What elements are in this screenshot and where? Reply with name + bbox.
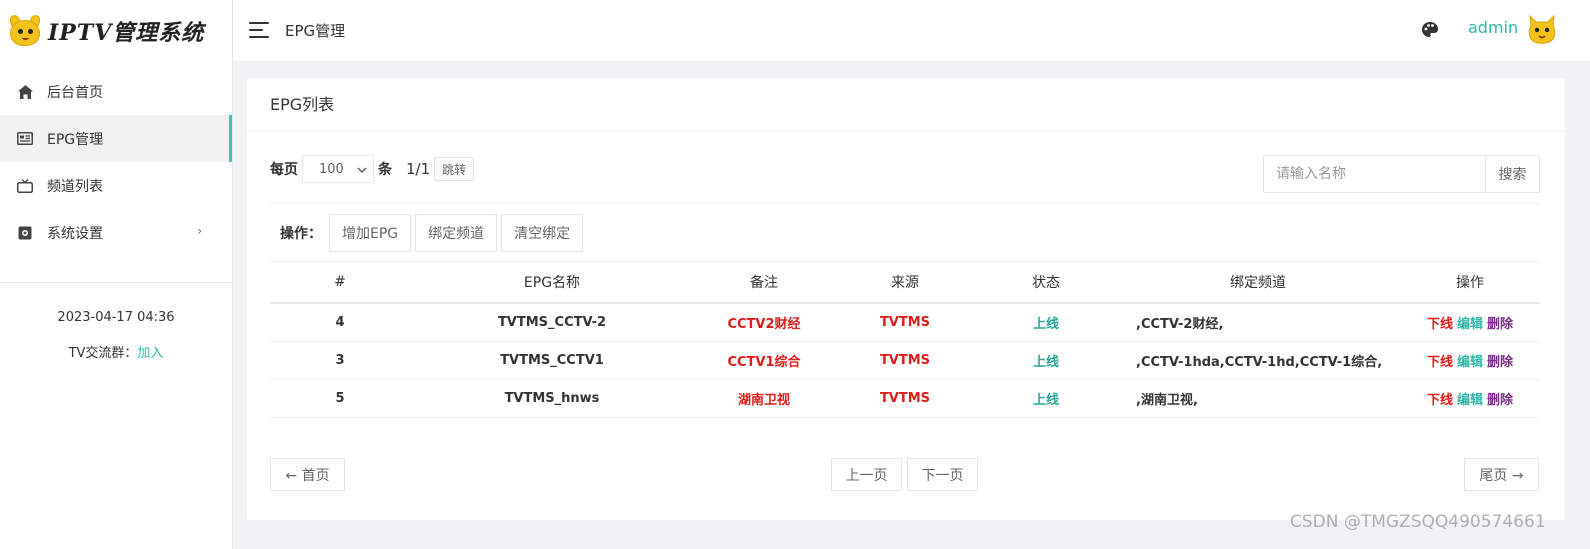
- cell-remark: 湖南卫视: [694, 379, 834, 418]
- next-page-button[interactable]: 下一页: [907, 458, 978, 491]
- table-row: 5 TVTMS_hnws 湖南卫视 TVTMS 上线 ,湖南卫视, 下线 编辑 删除: [270, 379, 1540, 418]
- cell-status: 上线: [976, 379, 1116, 418]
- group-label: TV交流群：: [68, 346, 138, 361]
- page-title: EPG管理: [285, 22, 346, 40]
- epg-table: # EPG名称 备注 来源 状态 绑定频道 操作 4 TVTMS_CCTV-2 …: [270, 262, 1540, 418]
- datetime-text: 2023-04-17 04:36: [57, 310, 175, 325]
- watermark: CSDN @TMGZSQQ490574661: [1290, 512, 1546, 532]
- delete-action[interactable]: 删除: [1487, 355, 1513, 370]
- sidebar-item-settings[interactable]: 系统设置 ›: [0, 209, 232, 256]
- column-header: 备注: [694, 262, 834, 304]
- home-icon: [16, 83, 34, 101]
- sidebar-item-label: 系统设置: [47, 225, 103, 242]
- avatar[interactable]: [1525, 12, 1559, 46]
- cell-actions: 下线 编辑 删除: [1400, 341, 1540, 380]
- cell-bound-channels: ,CCTV-1hda,CCTV-1hd,CCTV-1综合,: [1116, 341, 1400, 380]
- cell-id: 4: [270, 303, 410, 342]
- cell-source: TVTMS: [834, 379, 976, 418]
- table-row: 4 TVTMS_CCTV-2 CCTV2财经 TVTMS 上线 ,CCTV-2财…: [270, 303, 1540, 342]
- offline-action[interactable]: 下线: [1427, 355, 1453, 370]
- sidebar-item-label: EPG管理: [47, 131, 104, 148]
- table-row: 3 TVTMS_CCTV1 CCTV1综合 TVTMS 上线 ,CCTV-1hd…: [270, 341, 1540, 380]
- sidebar-item-label: 后台首页: [47, 84, 103, 101]
- cell-actions: 下线 编辑 删除: [1400, 303, 1540, 342]
- bind-channel-button[interactable]: 绑定频道: [415, 214, 498, 252]
- cell-remark: CCTV1综合: [694, 341, 834, 380]
- offline-action[interactable]: 下线: [1427, 317, 1453, 332]
- operations-bar: 操作： 增加EPG 绑定频道 清空绑定: [280, 214, 587, 252]
- cell-source: TVTMS: [834, 303, 976, 342]
- top-header: EPG管理 admin: [233, 0, 1590, 62]
- divider: [0, 282, 232, 283]
- cell-actions: 下线 编辑 删除: [1400, 379, 1540, 418]
- delete-action[interactable]: 删除: [1487, 317, 1513, 332]
- card-title: EPG列表: [247, 78, 1565, 132]
- per-page-unit: 条: [378, 162, 392, 178]
- sidebar-item-home[interactable]: 后台首页: [0, 68, 232, 115]
- join-group-link[interactable]: 加入: [137, 346, 163, 361]
- settings-icon: [16, 224, 34, 242]
- first-page-button[interactable]: ← 首页: [270, 458, 345, 491]
- jump-button[interactable]: 跳转: [434, 157, 475, 181]
- username[interactable]: admin: [1468, 18, 1518, 37]
- cell-bound-channels: ,湖南卫视,: [1116, 379, 1400, 418]
- per-page-label: 每页: [270, 162, 298, 178]
- search-box: 搜索: [1263, 155, 1540, 193]
- theme-palette-icon[interactable]: [1420, 20, 1440, 40]
- operations-label: 操作：: [280, 226, 322, 242]
- cell-source: TVTMS: [834, 341, 976, 380]
- cell-id: 3: [270, 341, 410, 380]
- epg-icon: [16, 130, 34, 148]
- cell-status: 上线: [976, 303, 1116, 342]
- prev-page-button[interactable]: 上一页: [831, 458, 902, 491]
- sidebar-item-epg[interactable]: EPG管理: [0, 115, 232, 162]
- column-header: 操作: [1400, 262, 1540, 304]
- chevron-right-icon: ›: [197, 224, 202, 238]
- per-page-select[interactable]: 100: [302, 155, 374, 183]
- brand[interactable]: IPTV管理系统: [0, 0, 232, 62]
- search-button[interactable]: 搜索: [1485, 156, 1539, 192]
- edit-action[interactable]: 编辑: [1457, 317, 1483, 332]
- sidebar-item-channels[interactable]: 频道列表: [0, 162, 232, 209]
- sidebar-item-label: 频道列表: [47, 178, 103, 195]
- cell-name: TVTMS_CCTV-2: [410, 303, 694, 342]
- epg-list-card: EPG列表 每页 100 条 1/1 跳转 搜索 操作： 增加EPG 绑定频道 …: [247, 78, 1565, 520]
- cell-remark: CCTV2财经: [694, 303, 834, 342]
- sidebar-menu: 后台首页 EPG管理 频道列表 系统设置 ›: [0, 68, 232, 256]
- cell-name: TVTMS_hnws: [410, 379, 694, 418]
- page-indicator: 1/1: [406, 160, 431, 178]
- cell-id: 5: [270, 379, 410, 418]
- cell-name: TVTMS_CCTV1: [410, 341, 694, 380]
- column-header: 状态: [976, 262, 1116, 304]
- column-header: EPG名称: [410, 262, 694, 304]
- clear-binding-button[interactable]: 清空绑定: [501, 214, 584, 252]
- add-epg-button[interactable]: 增加EPG: [329, 214, 412, 252]
- tv-icon: [16, 177, 34, 195]
- column-header: 绑定频道: [1116, 262, 1400, 304]
- search-input[interactable]: [1264, 156, 1485, 192]
- cell-status: 上线: [976, 341, 1116, 380]
- logo-mascot-icon: [8, 13, 42, 48]
- group-info: TV交流群：加入: [0, 342, 232, 361]
- pagination-toolbar: 每页 100 条 1/1 跳转: [270, 155, 475, 183]
- sidebar: IPTV管理系统 后台首页 EPG管理 频道列表 系统设置 › 2023-04-…: [0, 0, 233, 549]
- column-header: #: [270, 262, 410, 304]
- table-header-row: # EPG名称 备注 来源 状态 绑定频道 操作: [270, 262, 1540, 304]
- per-page-value: 100: [319, 161, 344, 177]
- edit-action[interactable]: 编辑: [1457, 355, 1483, 370]
- menu-toggle-icon[interactable]: [249, 20, 269, 38]
- edit-action[interactable]: 编辑: [1457, 393, 1483, 408]
- cell-bound-channels: ,CCTV-2财经,: [1116, 303, 1400, 342]
- column-header: 来源: [834, 262, 976, 304]
- last-page-button[interactable]: 尾页 →: [1464, 458, 1539, 491]
- offline-action[interactable]: 下线: [1427, 393, 1453, 408]
- divider: [270, 203, 1540, 204]
- brand-title: IPTV管理系统: [48, 20, 205, 46]
- chevron-down-icon: [357, 162, 367, 177]
- delete-action[interactable]: 删除: [1487, 393, 1513, 408]
